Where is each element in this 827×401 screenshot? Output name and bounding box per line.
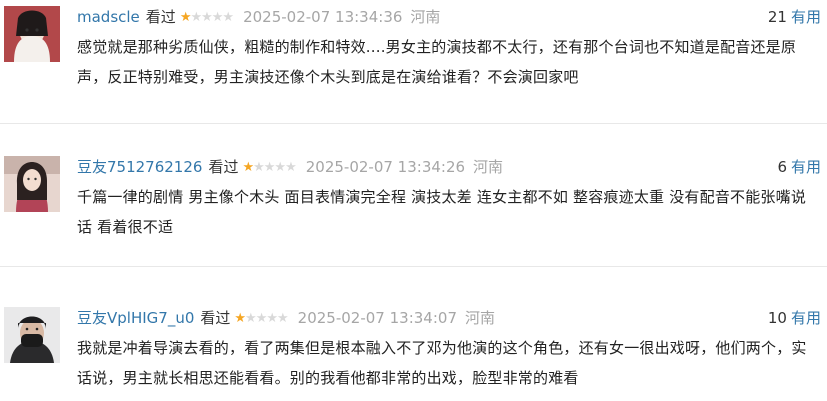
review-text: 感觉就是那种劣质仙侠，粗糙的制作和特效....男女主的演技都不太行，还有那个台词… [77, 38, 797, 86]
review-location: 河南 [473, 158, 504, 176]
review-meta: 豆友VplHIG7_u0 看过 ★★★★★ 2025-02-07 13:34:07 河南… [77, 307, 827, 329]
useful-count: 21 [767, 8, 787, 26]
divider [0, 123, 827, 124]
watched-status: 看过 [200, 309, 231, 327]
useful-count: 10 [767, 309, 787, 327]
review-text: 千篇一律的剧情 男主像个木头 面目表情演完全程 演技太差 连女主都不如 整容痕迹… [77, 188, 807, 236]
review-timestamp: 2025-02-07 13:34:26 [305, 158, 466, 176]
username-link[interactable]: madscle [77, 8, 140, 26]
review-meta: 豆友7512762126 看过 ★★★★★ 2025-02-07 13:34:26 河南… [77, 156, 827, 178]
rating-stars: ★★★★★ [234, 311, 288, 326]
review-text: 我就是冲着导演去看的，看了两集但是根本融入不了邓为他演的这个角色，还有女一很出戏… [77, 339, 807, 387]
avatar[interactable] [4, 156, 60, 212]
useful-vote[interactable]: 10 有用 [768, 307, 821, 329]
rating-stars: ★★★★★ [242, 160, 296, 175]
rating-stars: ★★★★★ [179, 10, 234, 25]
useful-vote[interactable]: 21 有用 [768, 6, 821, 28]
review-meta: madscle 看过 ★★★★★ 2025-02-07 13:34:36 河南 21 有用 [77, 6, 827, 28]
divider [0, 266, 827, 267]
avatar[interactable] [4, 6, 60, 62]
watched-status: 看过 [145, 8, 176, 26]
username-link[interactable]: 豆友VplHIG7_u0 [77, 309, 194, 327]
username-link[interactable]: 豆友7512762126 [77, 158, 202, 176]
avatar[interactable] [4, 307, 60, 363]
useful-vote[interactable]: 6 有用 [777, 156, 821, 178]
useful-button[interactable]: 有用 [791, 158, 821, 176]
watched-status: 看过 [208, 158, 239, 176]
useful-button[interactable]: 有用 [791, 309, 821, 327]
useful-button[interactable]: 有用 [791, 8, 821, 26]
review-location: 河南 [410, 8, 441, 26]
review-location: 河南 [464, 309, 495, 327]
useful-count: 6 [777, 158, 787, 176]
review-timestamp: 2025-02-07 13:34:36 [243, 8, 403, 26]
review-timestamp: 2025-02-07 13:34:07 [297, 309, 457, 327]
